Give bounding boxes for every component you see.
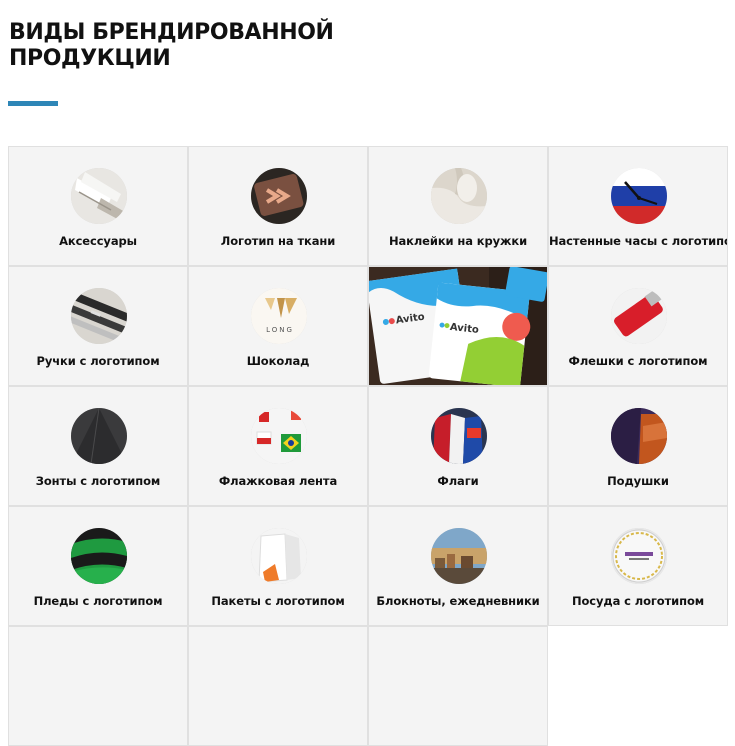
page-title-line-1: ВИДЫ БРЕНДИРОВАННОЙ [9,20,334,45]
chocolate-icon: LONG [251,288,307,344]
pen-icon [71,288,127,344]
product-label: Флажковая лента [218,474,338,488]
bag-icon [251,528,307,584]
product-label: Логотип на ткани [220,234,336,248]
pillow-icon [611,408,667,464]
umbrella-icon [71,408,127,464]
product-tile-tableware[interactable]: Посуда с логотипом [548,506,728,626]
product-label: Флешки с логотипом [568,354,708,368]
product-tile-partial[interactable] [368,626,548,746]
product-label: Подушки [607,474,669,488]
product-grid: Аксессуары Логотип на ткани Наклейки на … [8,146,728,746]
product-tile-notebooks[interactable]: Блокноты, ежедневники [368,506,548,626]
grid-empty-cell [548,626,728,746]
product-label: Настенные часы с логотипом [549,234,728,248]
avito-cards-photo: Avito Avito [369,267,547,385]
product-tile-avito-photo[interactable]: Avito Avito [368,266,548,386]
product-label: Наклейки на кружки [388,234,528,248]
product-tile-usb-flash[interactable]: Флешки с логотипом [548,266,728,386]
product-label: Шоколад [246,354,310,368]
tableware-icon [611,528,667,584]
product-tile-blankets[interactable]: Пледы с логотипом [8,506,188,626]
product-tile-flags[interactable]: Флаги [368,386,548,506]
usb-flash-icon [611,288,667,344]
flags-icon [431,408,487,464]
product-tile-bags[interactable]: Пакеты с логотипом [188,506,368,626]
product-tile-pillows[interactable]: Подушки [548,386,728,506]
product-tile-fabric-logo[interactable]: Логотип на ткани [188,146,368,266]
product-label: Зонты с логотипом [35,474,161,488]
product-tile-accessories[interactable]: Аксессуары [8,146,188,266]
mug-sticker-icon [431,168,487,224]
flag-ribbon-icon [251,408,307,464]
product-label: Пакеты с логотипом [211,594,345,608]
chocolate-logo-text: LONG [266,326,294,334]
product-tile-chocolate[interactable]: LONG Шоколад [188,266,368,386]
product-tile-wall-clock[interactable]: Настенные часы с логотипом [548,146,728,266]
product-tile-flag-ribbon[interactable]: Флажковая лента [188,386,368,506]
product-label: Пледы с логотипом [33,594,163,608]
product-label: Ручки с логотипом [36,354,160,368]
product-tile-mug-stickers[interactable]: Наклейки на кружки [368,146,548,266]
blanket-icon [71,528,127,584]
product-label: Посуда с логотипом [571,594,705,608]
page-title: ВИДЫ БРЕНДИРОВАННОЙ ПРОДУКЦИИ [9,20,334,72]
fabric-logo-icon [251,168,307,224]
notebook-icon [431,528,487,584]
product-tile-umbrella[interactable]: Зонты с логотипом [8,386,188,506]
product-tile-partial[interactable] [8,626,188,746]
product-label: Блокноты, ежедневники [376,594,540,608]
product-label: Аксессуары [59,234,137,248]
product-tile-partial[interactable] [188,626,368,746]
wall-clock-icon [611,168,667,224]
accessories-icon [71,168,127,224]
product-label: Флаги [437,474,479,488]
product-tile-pens[interactable]: Ручки с логотипом [8,266,188,386]
page-title-line-2: ПРОДУКЦИИ [9,46,171,71]
title-accent-bar [8,101,58,106]
